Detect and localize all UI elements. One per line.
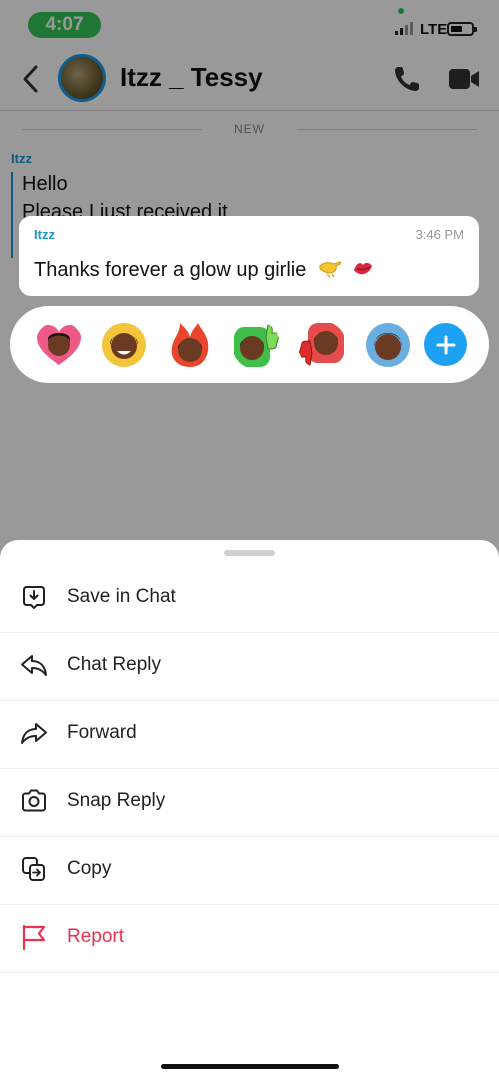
menu-item-label: Report (67, 926, 125, 947)
plain-bitmoji-reaction[interactable] (364, 321, 412, 369)
reply-arrow-icon (21, 655, 47, 676)
camera-icon (22, 789, 46, 812)
home-indicator[interactable] (161, 1064, 339, 1069)
thumbs-down-bitmoji-reaction[interactable] (298, 321, 346, 369)
sheet-grabber[interactable] (224, 550, 275, 556)
menu-item-forward[interactable]: Forward (0, 700, 499, 769)
menu-item-label: Save in Chat (67, 586, 176, 607)
reaction-bar (10, 306, 489, 383)
menu-item-label: Copy (67, 858, 112, 879)
pinching-hand-icon (319, 261, 342, 278)
kiss-mark-icon (354, 262, 373, 275)
flag-icon (22, 924, 46, 951)
menu-item-copy[interactable]: Copy (0, 836, 499, 905)
message-body: Thanks forever a glow up girlie (34, 259, 307, 281)
menu-item-snap-reply[interactable]: Snap Reply (0, 768, 499, 837)
add-reaction-button[interactable] (424, 323, 467, 366)
laughing-bitmoji-reaction[interactable] (100, 321, 148, 369)
message-text: Thanks forever a glow up girlie (34, 258, 375, 282)
menu-item-chat-reply[interactable]: Chat Reply (0, 632, 499, 701)
menu-item-save-in-chat[interactable]: Save in Chat (0, 564, 499, 633)
selected-message-card: Itzz 3:46 PM Thanks forever a glow up gi… (19, 216, 479, 296)
copy-icon (22, 857, 45, 881)
thumbs-up-bitmoji-reaction[interactable] (232, 321, 280, 369)
plus-icon (436, 335, 455, 354)
menu-item-label: Chat Reply (67, 654, 161, 675)
message-action-sheet: Save in Chat Chat Reply Forward Snap Rep… (0, 540, 499, 1080)
menu-item-label: Snap Reply (67, 790, 166, 811)
message-timestamp: 3:46 PM (415, 227, 464, 242)
heart-bitmoji-reaction[interactable] (35, 321, 83, 369)
menu-item-label: Forward (67, 722, 137, 743)
save-in-chat-icon (23, 586, 45, 609)
fire-bitmoji-reaction[interactable] (166, 321, 214, 369)
message-sender: Itzz (34, 227, 55, 242)
forward-arrow-icon (21, 723, 47, 744)
menu-item-report[interactable]: Report (0, 904, 499, 973)
